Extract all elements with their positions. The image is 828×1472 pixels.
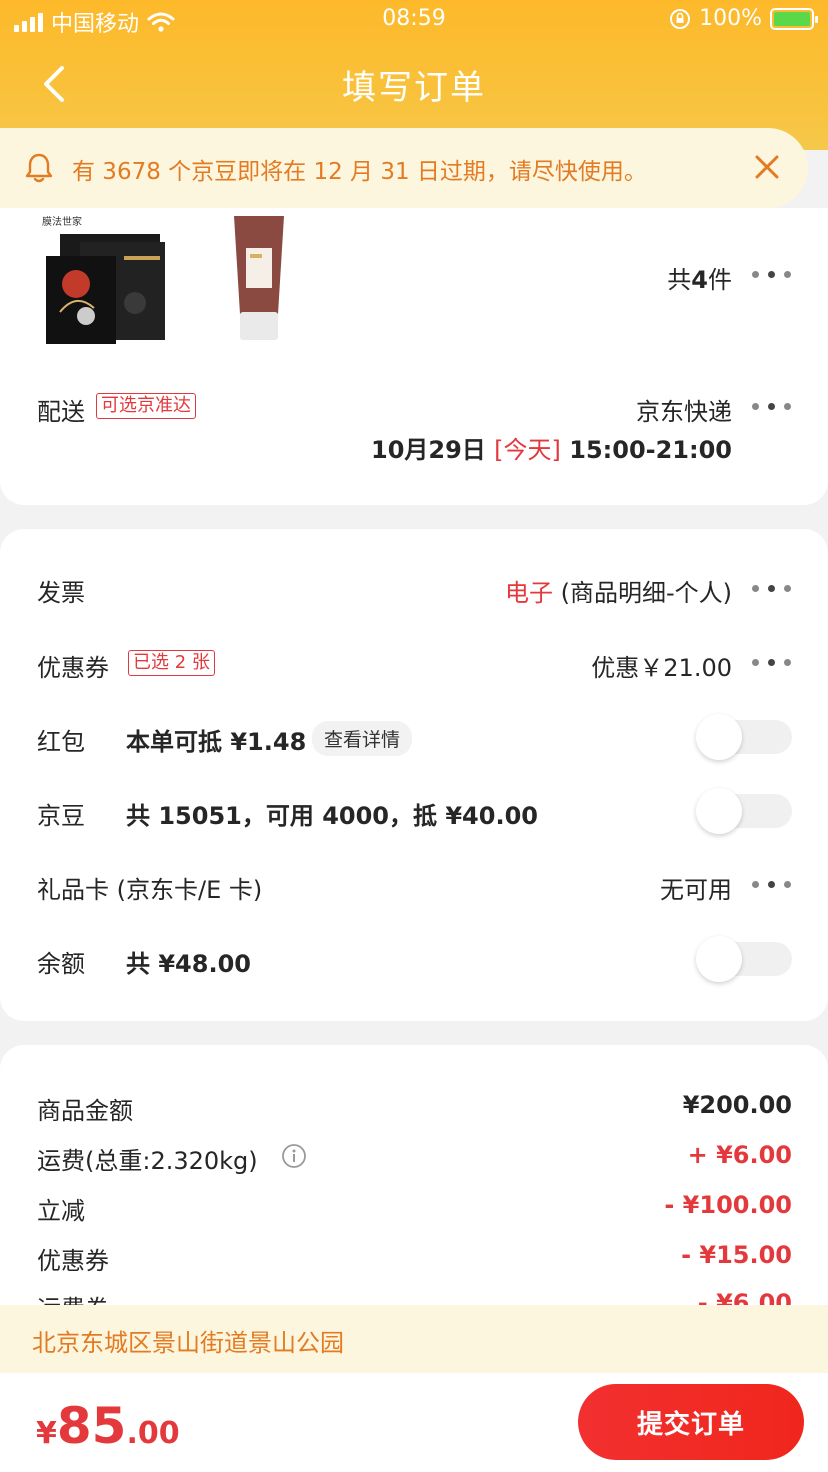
navbar: 填写订单 (0, 50, 828, 116)
order-total: ¥85.00 (36, 1397, 180, 1455)
notice-banner: 有 3678 个京豆即将在 12 月 31 日过期，请尽快使用。 (0, 128, 808, 208)
gift-card-more-icon[interactable] (752, 879, 792, 891)
products-more-icon[interactable] (752, 269, 792, 281)
invoice-label: 发票 (37, 579, 85, 607)
coupon-more-icon[interactable] (752, 657, 792, 669)
price-summary-card: 商品金额 ¥200.00 运费(总重:2.320kg) + ¥6.00 立减 -… (0, 1045, 828, 1305)
address-text: 北京东城区景山街道景山公园 (32, 1329, 344, 1357)
delivery-tag: 可选京准达 (96, 393, 196, 419)
balance-desc: 共 ¥48.00 (126, 950, 251, 978)
info-icon[interactable] (281, 1143, 307, 1169)
notice-text: 有 3678 个京豆即将在 12 月 31 日过期，请尽快使用。 (72, 159, 647, 185)
delivery-more-icon[interactable] (752, 401, 792, 413)
status-bar-right: 100% (669, 6, 818, 31)
red-packet-label: 红包 (37, 728, 85, 756)
close-icon[interactable] (754, 154, 780, 180)
orientation-lock-icon (670, 8, 691, 29)
item-count: 共4件 (667, 266, 732, 294)
summary-value-shipping-coupon: - ¥6.00 (697, 1289, 792, 1305)
battery-icon (770, 7, 818, 30)
summary-value-coupon: - ¥15.00 (681, 1241, 792, 1269)
summary-label-goods: 商品金额 (37, 1097, 133, 1125)
invoice-more-icon[interactable] (752, 583, 792, 595)
product-brand-logo: 膜法世家 (42, 215, 82, 228)
bell-icon (25, 153, 53, 183)
red-packet-desc: 本单可抵 ¥1.48 (126, 728, 307, 756)
summary-label-coupon: 优惠券 (37, 1247, 109, 1275)
balance-toggle[interactable] (696, 936, 792, 982)
jingdou-desc: 共 15051，可用 4000，抵 ¥40.00 (126, 802, 538, 830)
jingdou-label: 京豆 (37, 802, 85, 830)
summary-value-goods: ¥200.00 (682, 1091, 792, 1119)
balance-label: 余额 (37, 950, 85, 978)
submit-order-button[interactable]: 提交订单 (578, 1384, 804, 1460)
battery-percent: 100% (699, 6, 762, 31)
address-bar[interactable]: 北京东城区景山街道景山公园 (0, 1305, 828, 1373)
delivery-label: 配送 (37, 398, 85, 426)
product-image-face-mask[interactable]: 膜法世家 (40, 212, 170, 346)
summary-label-discount: 立减 (37, 1197, 85, 1225)
coupon-value[interactable]: 优惠￥21.00 (591, 648, 732, 683)
checkout-footer: ¥85.00 提交订单 (0, 1373, 828, 1472)
gift-card-value[interactable]: 无可用 (660, 870, 732, 905)
summary-value-discount: - ¥100.00 (664, 1191, 792, 1219)
red-packet-toggle[interactable] (696, 714, 792, 760)
invoice-value[interactable]: 电子 (商品明细-个人) (505, 573, 732, 608)
summary-value-shipping: + ¥6.00 (687, 1141, 792, 1169)
red-packet-detail-button[interactable]: 查看详情 (312, 721, 413, 756)
page-title: 填写订单 (342, 68, 486, 108)
products-delivery-card: 膜法世家 共4件 配送 可选京准达 京东快递 10月29日 [今天] 15:00… (0, 208, 828, 505)
coupon-label: 优惠券 (37, 654, 109, 682)
gift-card-label: 礼品卡 (京东卡/E 卡) (37, 876, 263, 904)
product-image-cleanser[interactable] (228, 214, 290, 344)
delivery-method[interactable]: 京东快递 (636, 392, 732, 427)
delivery-time[interactable]: 10月29日 [今天] 15:00-21:00 (371, 430, 732, 465)
jingdou-toggle[interactable] (696, 788, 792, 834)
status-bar: 中国移动 08:59 100% (0, 0, 828, 40)
summary-label-shipping: 运费(总重:2.320kg) (37, 1147, 258, 1175)
summary-label-shipping-coupon: 运费券 (37, 1289, 109, 1305)
payment-options-card: 发票 电子 (商品明细-个人) 优惠券 已选 2 张 优惠￥21.00 红包 本… (0, 529, 828, 1021)
coupon-tag: 已选 2 张 (128, 650, 215, 676)
